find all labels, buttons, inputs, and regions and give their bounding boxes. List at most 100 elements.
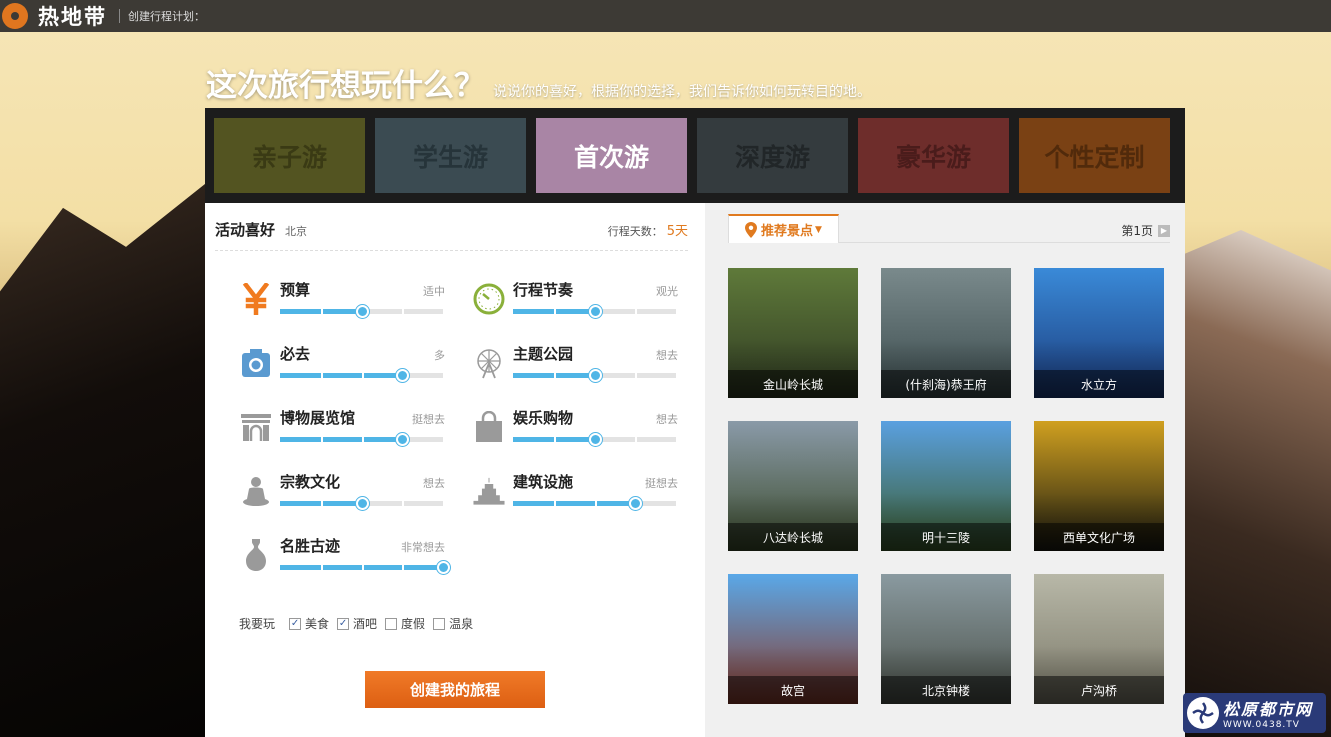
page-subtitle: 说说你的喜好，根据你的选择，我们告诉你如何玩转目的地。 — [493, 84, 871, 100]
slider-name: 预算 — [280, 281, 311, 299]
brand-name[interactable]: 热地带 — [38, 1, 107, 31]
slider-level: 观光 — [656, 285, 678, 298]
headline: 这次旅行想玩什么？ 说说你的喜好，根据你的选择，我们告诉你如何玩转目的地。 — [206, 60, 871, 105]
slider-tick — [362, 373, 364, 378]
slider-fill — [280, 437, 402, 442]
slider-track[interactable] — [280, 561, 450, 574]
spot-name: 北京钟楼 — [881, 676, 1011, 704]
tab-5[interactable]: 豪华游 — [858, 118, 1009, 193]
create-trip-button[interactable]: 创建我的旅程 — [365, 671, 545, 708]
tab-1[interactable]: 亲子游 — [214, 118, 365, 193]
spot-card[interactable]: 水立方 — [1034, 268, 1164, 398]
ferris-wheel-icon — [473, 347, 505, 379]
slider-handle[interactable] — [589, 433, 602, 446]
spot-card[interactable]: 故宫 — [728, 574, 858, 704]
slider-handle[interactable] — [396, 369, 409, 382]
slider-4: 主题公园 想去 — [473, 343, 678, 393]
checkbox[interactable]: ✓ — [289, 617, 302, 630]
slider-handle[interactable] — [356, 497, 369, 510]
spot-card[interactable]: 金山岭长城 — [728, 268, 858, 398]
option-label: 酒吧 — [353, 617, 378, 631]
slider-handle[interactable] — [356, 305, 369, 318]
preferences-header: 活动喜好 北京 行程天数： 5天 — [215, 219, 688, 251]
slider-name: 主题公园 — [513, 345, 574, 363]
slider-name: 名胜古迹 — [280, 537, 341, 555]
building-icon — [473, 475, 505, 507]
option-2[interactable]: ✓ 酒吧 — [337, 615, 377, 632]
checkbox[interactable] — [385, 617, 398, 630]
slider-level: 想去 — [656, 349, 678, 362]
days-value[interactable]: 5天 — [667, 220, 688, 239]
spot-name: 八达岭长城 — [728, 523, 858, 551]
slider-level: 想去 — [656, 413, 678, 426]
slider-tick — [635, 309, 637, 314]
option-4[interactable]: 温泉 — [433, 615, 473, 632]
slider-handle[interactable] — [589, 369, 602, 382]
slider-track[interactable] — [513, 433, 676, 446]
clock-icon — [473, 283, 505, 315]
next-page-icon[interactable]: ▶ — [1158, 224, 1170, 237]
location-pin-logo-icon — [2, 3, 28, 29]
slider-handle[interactable] — [437, 561, 450, 574]
slider-track[interactable] — [280, 369, 443, 382]
slider-handle[interactable] — [589, 305, 602, 318]
slider-track[interactable] — [513, 369, 676, 382]
slider-6: 娱乐购物 想去 — [473, 407, 678, 457]
slider-8: 建筑设施 挺想去 — [473, 471, 678, 521]
option-label: 度假 — [401, 617, 426, 631]
slider-track[interactable] — [513, 305, 676, 318]
tab-2[interactable]: 学生游 — [375, 118, 526, 193]
tab-3[interactable]: 首次游 — [536, 118, 687, 193]
vase-icon — [240, 539, 272, 571]
spot-name: 明十三陵 — [881, 523, 1011, 551]
preferences-panel: 活动喜好 北京 行程天数： 5天 预算 适中 行程节奏 观光 必去多主题公园 想去 博物展览… — [205, 203, 705, 737]
slider-tick — [402, 501, 404, 506]
slider-tick — [635, 437, 637, 442]
spot-card[interactable]: 北京钟楼 — [881, 574, 1011, 704]
checkbox[interactable] — [433, 617, 446, 630]
recommend-tab[interactable]: 推荐景点 ▼ — [728, 214, 839, 243]
slider-name: 行程节奏 — [513, 281, 574, 299]
tab-6[interactable]: 个性定制 — [1019, 118, 1170, 193]
option-3[interactable]: 度假 — [385, 615, 425, 632]
slider-5: 博物展览馆 挺想去 — [240, 407, 445, 457]
slider-3: 必去 多 — [240, 343, 445, 393]
slider-name: 必去 — [280, 345, 311, 363]
slider-name: 博物展览馆 — [280, 409, 356, 427]
spot-card[interactable]: 八达岭长城 — [728, 421, 858, 551]
watermark: 松原都市网 WWW.0438.TV — [1183, 693, 1326, 733]
slider-tick — [362, 565, 364, 570]
slider-tick — [362, 437, 364, 442]
spot-card[interactable]: 明十三陵 — [881, 421, 1011, 551]
option-1[interactable]: ✓ 美食 — [289, 615, 329, 632]
spot-name: 故宫 — [728, 676, 858, 704]
slider-track[interactable] — [513, 497, 676, 510]
slider-track[interactable] — [280, 305, 443, 318]
slider-level: 适中 — [423, 285, 445, 298]
tab-4[interactable]: 深度游 — [697, 118, 848, 193]
spot-name: 金山岭长城 — [728, 370, 858, 398]
checkbox[interactable]: ✓ — [337, 617, 350, 630]
slider-tick — [595, 501, 597, 506]
preferences-title: 活动喜好 — [215, 221, 276, 239]
watermark-logo-icon — [1187, 697, 1219, 729]
recommend-tabbar: 推荐景点 ▼ 第1页 ▶ — [728, 214, 1170, 243]
slider-track[interactable] — [280, 497, 443, 510]
slider-handle[interactable] — [396, 433, 409, 446]
background-mountain-right — [1181, 230, 1331, 737]
want-label: 我要玩 — [239, 617, 276, 631]
options-list: ✓ 美食 ✓ 酒吧 度假 温泉 — [289, 615, 481, 632]
slider-tick — [321, 309, 323, 314]
slider-handle[interactable] — [629, 497, 642, 510]
spot-card[interactable]: (什刹海)恭王府 — [881, 268, 1011, 398]
breadcrumb: 创建行程计划： — [128, 10, 205, 23]
slider-tick — [554, 501, 556, 506]
slider-track[interactable] — [280, 433, 443, 446]
spot-card[interactable]: 西单文化广场 — [1034, 421, 1164, 551]
slider-tick — [554, 373, 556, 378]
slider-tick — [635, 373, 637, 378]
yen-icon — [240, 283, 272, 315]
slider-level: 挺想去 — [412, 413, 445, 426]
spot-card[interactable]: 卢沟桥 — [1034, 574, 1164, 704]
slider-tick — [402, 565, 404, 570]
